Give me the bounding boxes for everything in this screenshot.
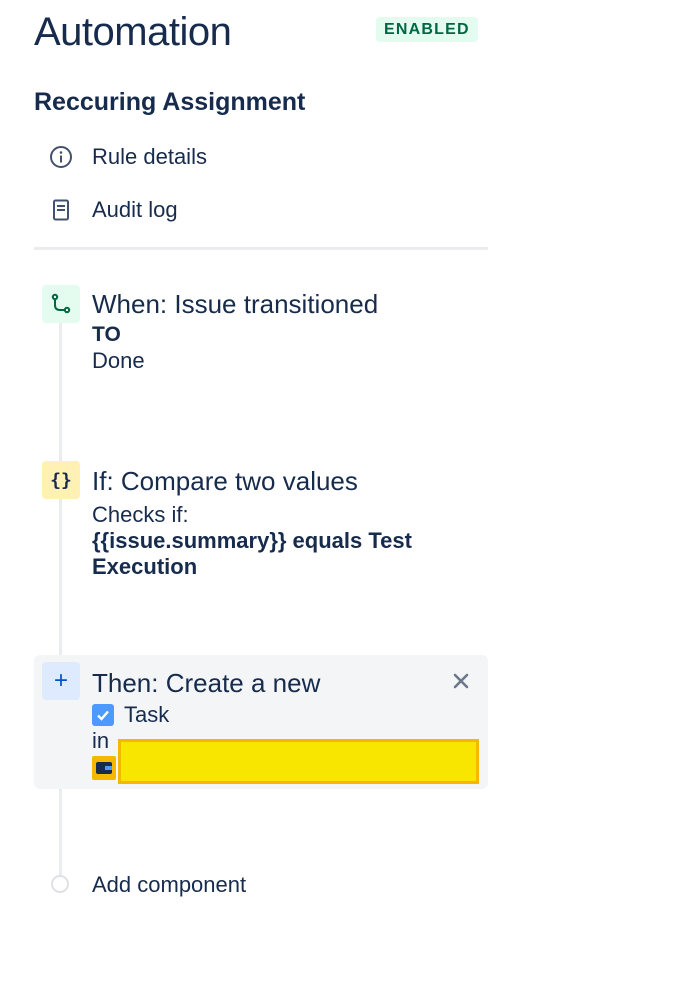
task-checkbox-icon [92,704,114,726]
timeline-line [59,310,62,880]
trigger-heading: When: Issue transitioned [92,289,379,319]
transition-icon [42,285,80,323]
condition-heading: If: Compare two values [92,466,358,496]
condition-step[interactable]: If: Compare two values Checks if: {{issu… [92,465,472,580]
nav-item-label: Rule details [92,144,207,169]
trigger-step[interactable]: When: Issue transitioned TO Done [92,288,378,374]
info-icon [48,144,74,170]
condition-expression: {{issue.summary}} equals Test Execution [92,528,412,579]
project-avatar-icon [92,756,116,780]
plus-icon: + [42,662,80,700]
nav-item-label: Audit log [92,197,178,222]
divider [34,247,488,250]
braces-icon: {} [42,461,80,499]
trigger-status: Done [92,348,145,373]
condition-checks-label: Checks if: [92,502,189,527]
nav-item-rule-details[interactable]: Rule details [48,142,207,172]
add-component-circle-icon [51,875,69,893]
nav-item-audit-log[interactable]: Audit log [48,195,178,225]
document-icon [48,197,74,223]
close-icon[interactable] [448,668,474,694]
redacted-project-name [118,739,479,784]
action-heading: Then: Create a new [92,668,321,698]
action-issue-type: Task [92,702,320,728]
status-badge: ENABLED [376,17,478,42]
trigger-to-label: TO [92,323,121,346]
page-title: Automation [34,10,232,54]
rule-name: Reccuring Assignment [34,88,306,116]
add-component-button[interactable]: Add component [92,871,246,899]
